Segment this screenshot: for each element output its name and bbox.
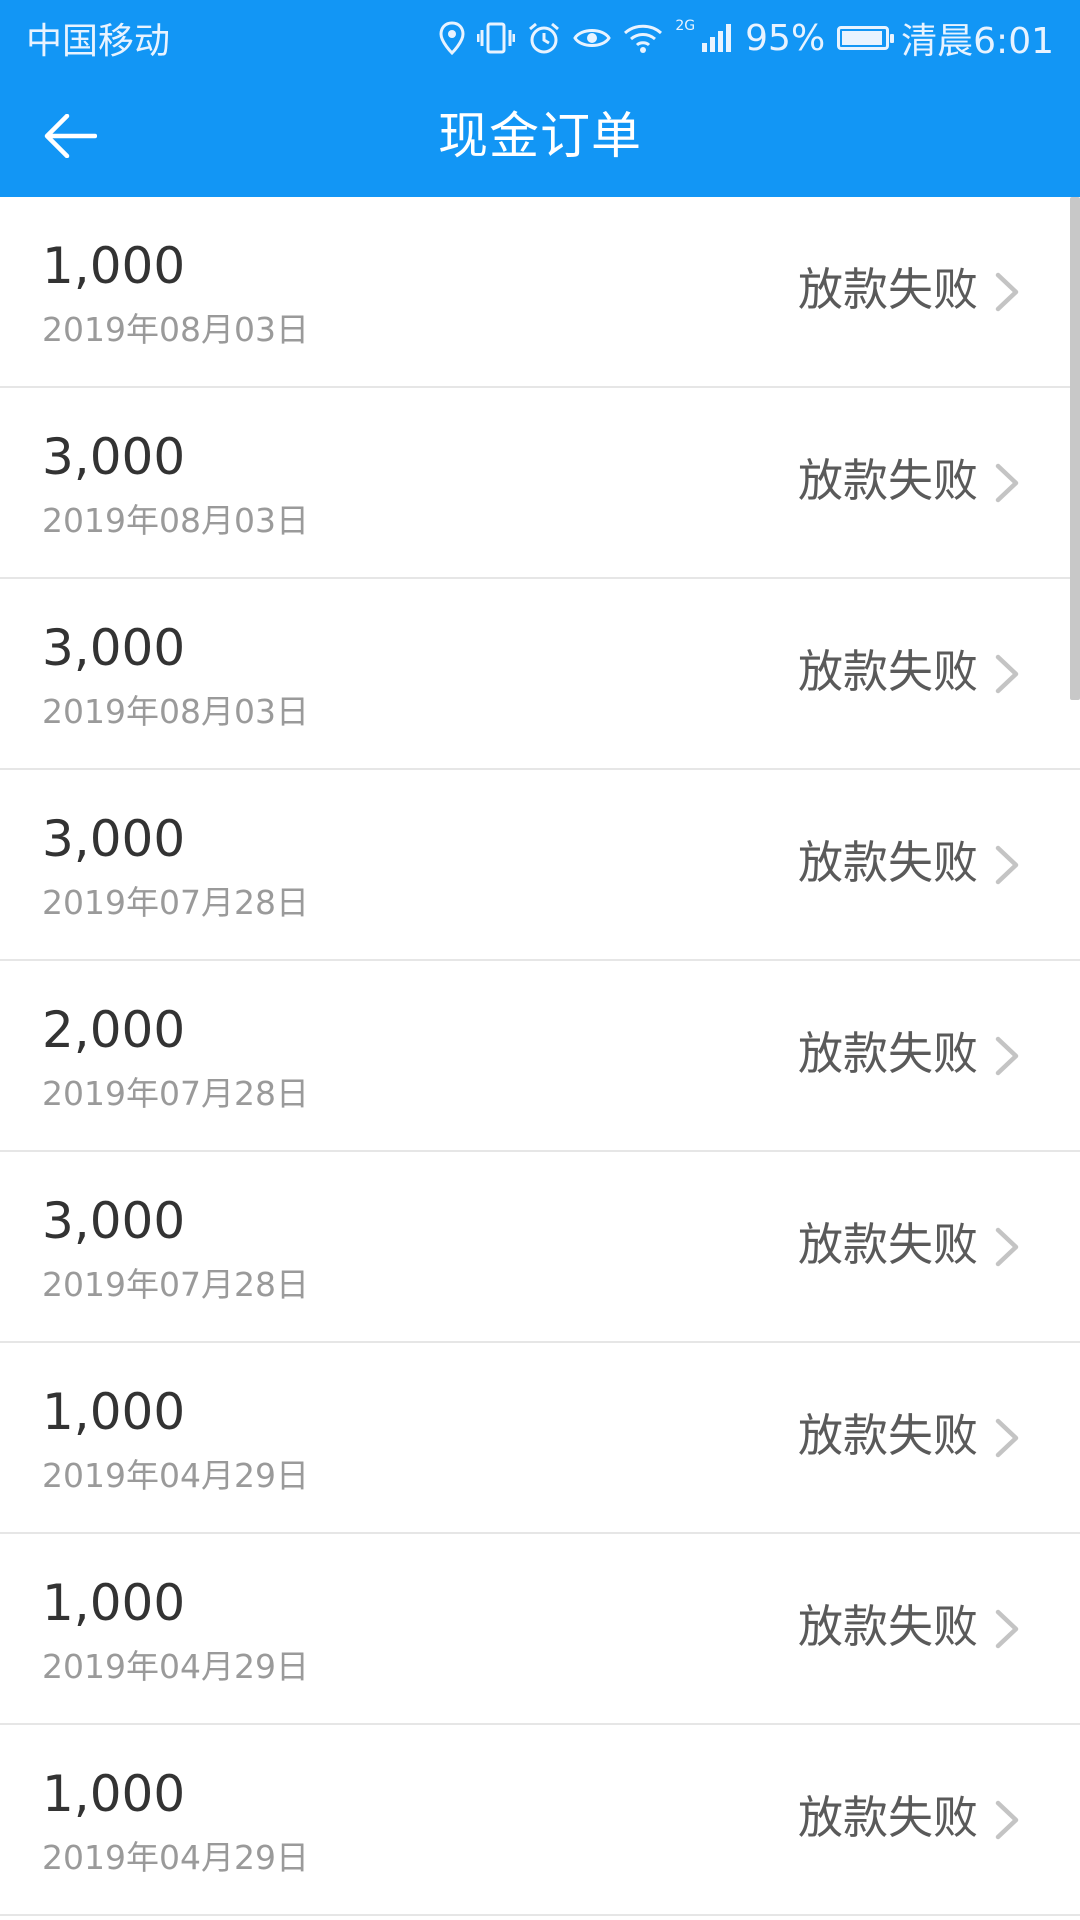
chevron-right-icon <box>995 1036 1019 1076</box>
status-bar: 中国移动 2G 95% 清晨6:01 <box>0 0 1080 76</box>
battery-icon <box>837 26 895 50</box>
order-row[interactable]: 1,000 2019年04月29日 放款失败 <box>0 1725 1080 1916</box>
order-date: 2019年04月29日 <box>42 1647 309 1686</box>
order-amount: 1,000 <box>42 1574 186 1632</box>
order-status: 放款失败 <box>797 645 978 698</box>
battery-fill <box>842 31 883 45</box>
chevron-right-icon <box>995 272 1019 312</box>
status-icons: 2G 95% 清晨6:01 <box>439 12 1054 64</box>
carrier-label: 中国移动 <box>26 21 171 62</box>
order-date: 2019年08月03日 <box>42 501 309 540</box>
order-row[interactable]: 1,000 2019年04月29日 放款失败 <box>0 1343 1080 1534</box>
app-header: 中国移动 2G 95% 清晨6:01 现金订单 <box>0 0 1080 197</box>
order-date: 2019年04月29日 <box>42 1456 309 1495</box>
order-amount: 3,000 <box>42 619 186 677</box>
order-amount: 1,000 <box>42 1765 186 1823</box>
vibrate-icon <box>477 18 516 58</box>
order-status: 放款失败 <box>797 1600 978 1653</box>
order-status: 放款失败 <box>797 1409 978 1462</box>
order-amount: 3,000 <box>42 1192 186 1250</box>
chevron-right-icon <box>995 1609 1019 1649</box>
chevron-right-icon <box>995 463 1019 503</box>
order-amount: 1,000 <box>42 237 186 295</box>
order-amount: 3,000 <box>42 428 186 486</box>
page-title: 现金订单 <box>438 107 642 165</box>
order-row[interactable]: 3,000 2019年08月03日 放款失败 <box>0 579 1080 770</box>
chevron-right-icon <box>995 1227 1019 1267</box>
order-row[interactable]: 1,000 2019年08月03日 放款失败 <box>0 197 1080 388</box>
order-list: 1,000 2019年08月03日 放款失败 3,000 2019年08月03日… <box>0 197 1080 1916</box>
order-date: 2019年07月28日 <box>42 1074 309 1113</box>
eye-icon <box>573 18 612 58</box>
order-row[interactable]: 3,000 2019年08月03日 放款失败 <box>0 388 1080 579</box>
alarm-icon <box>527 18 561 58</box>
order-row[interactable]: 3,000 2019年07月28日 放款失败 <box>0 1152 1080 1343</box>
order-date: 2019年08月03日 <box>42 692 309 731</box>
network-type-label: 2G <box>675 18 696 34</box>
order-date: 2019年07月28日 <box>42 883 309 922</box>
order-date: 2019年07月28日 <box>42 1265 309 1304</box>
scrollbar[interactable] <box>1070 197 1080 700</box>
order-status: 放款失败 <box>797 1791 978 1844</box>
order-status: 放款失败 <box>797 454 978 507</box>
order-amount: 2,000 <box>42 1001 186 1059</box>
signal-icon <box>701 18 733 58</box>
order-date: 2019年08月03日 <box>42 310 309 349</box>
order-status: 放款失败 <box>797 1218 978 1271</box>
battery-percent-label: 95% <box>745 17 826 59</box>
location-icon <box>439 18 465 58</box>
chevron-right-icon <box>995 1418 1019 1458</box>
order-row[interactable]: 1,000 2019年04月29日 放款失败 <box>0 1534 1080 1725</box>
order-status: 放款失败 <box>797 263 978 316</box>
chevron-right-icon <box>995 654 1019 694</box>
order-status: 放款失败 <box>797 836 978 889</box>
order-row[interactable]: 2,000 2019年07月28日 放款失败 <box>0 961 1080 1152</box>
order-amount: 3,000 <box>42 810 186 868</box>
wifi-icon <box>623 18 663 58</box>
nav-bar: 现金订单 <box>0 76 1080 197</box>
order-row[interactable]: 3,000 2019年07月28日 放款失败 <box>0 770 1080 961</box>
chevron-right-icon <box>995 1800 1019 1840</box>
order-date: 2019年04月29日 <box>42 1838 309 1877</box>
chevron-right-icon <box>995 845 1019 885</box>
order-status: 放款失败 <box>797 1027 978 1080</box>
clock-label: 清晨6:01 <box>901 21 1054 62</box>
order-amount: 1,000 <box>42 1383 186 1441</box>
